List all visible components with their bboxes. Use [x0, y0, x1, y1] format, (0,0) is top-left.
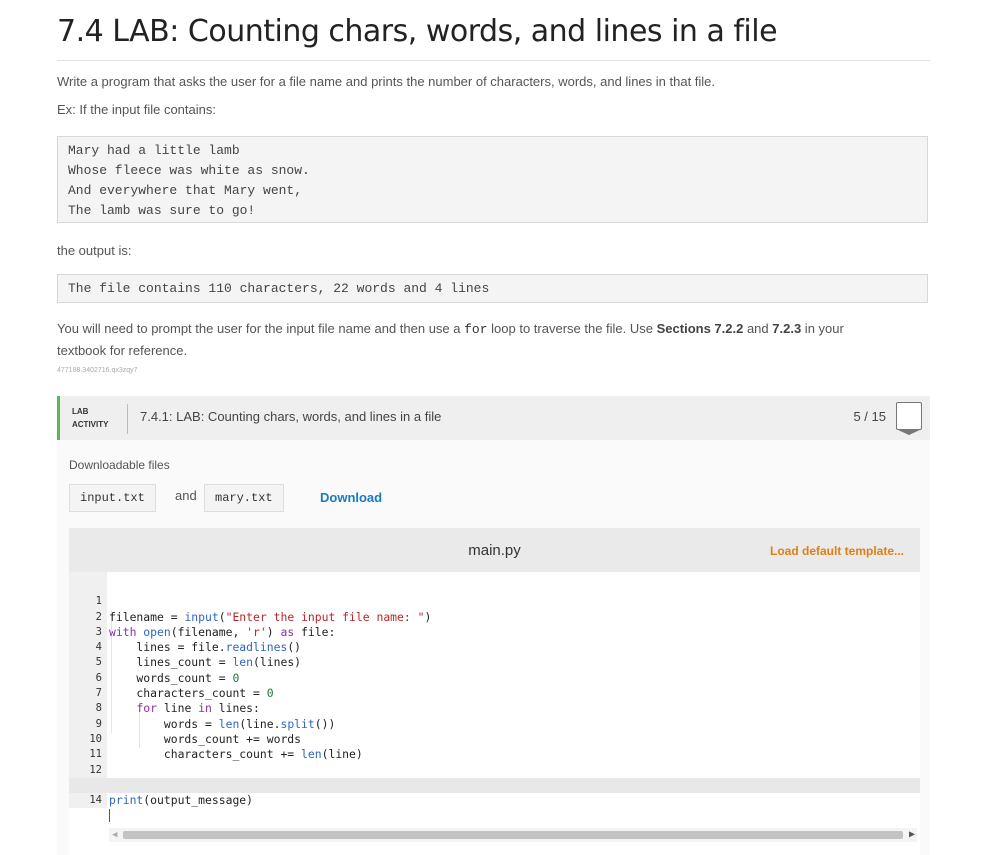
code-editor-panel: main.py Load default template... 1 filen… [69, 528, 920, 855]
line-number: 14 [89, 794, 102, 807]
activity-header: LAB ACTIVITY 7.4.1: LAB: Counting chars,… [57, 396, 930, 440]
instructions-part: in your [801, 321, 844, 336]
example-output-line: The file contains 110 characters, 22 wor… [68, 281, 490, 296]
section-ref-1: Sections 7.2.2 [656, 321, 744, 336]
output-label: the output is: [57, 243, 132, 258]
code-line: 6 characters_count = 0 [69, 656, 920, 700]
activity-tag-line: LAB [72, 407, 89, 416]
load-default-template-link[interactable]: Load default template... [770, 544, 904, 558]
code-line: 11 [69, 732, 920, 760]
header-divider [127, 404, 128, 434]
instructions-part: You will need to prompt the user for the… [57, 321, 465, 336]
code-line: 4 lines_count = len(lines) [69, 625, 920, 669]
active-code-line: 14 [69, 777, 920, 823]
text-cursor [109, 809, 110, 823]
completion-badge-icon [896, 402, 922, 435]
example-input-line: The lamb was sure to go! [68, 203, 256, 218]
example-output-block: The file contains 110 characters, 22 wor… [57, 274, 928, 303]
activity-score: 5 / 15 [853, 409, 886, 424]
activity-tag: LAB ACTIVITY [72, 405, 108, 431]
code-line: 3 lines = file.readlines() [69, 610, 920, 654]
code-editor[interactable]: 1 filename = input("Enter the input file… [69, 572, 920, 855]
instructions-part: loop to traverse the file. Use [487, 321, 657, 336]
example-input-line: Mary had a little lamb [68, 143, 240, 158]
scroll-left-icon[interactable]: ◀ [112, 830, 117, 840]
horizontal-scrollbar[interactable]: ◀ ▶ [109, 828, 917, 842]
code-line: 1 filename = input("Enter the input file… [69, 579, 920, 623]
code-line: 12 output_message = "The file contains {… [69, 747, 920, 792]
downloadable-files-label: Downloadable files [69, 458, 170, 472]
file-mary-txt[interactable]: mary.txt [204, 484, 284, 512]
code-line: 7 for line in lines: [69, 671, 920, 715]
example-input-line: Whose fleece was white as snow. [68, 163, 310, 178]
code-line: 2 with open(filename, 'r') as file: [69, 594, 920, 639]
file-input-txt[interactable]: input.txt [69, 484, 156, 512]
code-line: 9 words_count += words [69, 701, 920, 746]
example-input-block: Mary had a little lamb Whose fleece was … [57, 136, 928, 223]
activity-title: 7.4.1: LAB: Counting chars, words, and l… [140, 409, 442, 424]
activity-body: Downloadable files input.txt and mary.tx… [57, 440, 930, 855]
inline-code-for: for [464, 322, 488, 337]
instructions-part: and [743, 321, 773, 336]
title-divider [57, 60, 930, 61]
intro-text: Write a program that asks the user for a… [57, 74, 716, 89]
code-line: 13 print(output_message) [69, 763, 920, 807]
activity-tag-line: ACTIVITY [72, 420, 109, 429]
tracking-id: 477188.3402716.qx3zqy7 [57, 367, 138, 374]
page-title: 7.4 LAB: Counting chars, words, and line… [57, 14, 778, 49]
scroll-right-icon[interactable]: ▶ [909, 829, 915, 840]
scrollbar-thumb[interactable] [123, 831, 903, 839]
code-line: 8 words = len(line.split()) [69, 686, 920, 730]
code-line: 5 words_count = 0 [69, 640, 920, 684]
example-label: Ex: If the input file contains: [57, 102, 216, 117]
instructions-text: You will need to prompt the user for the… [57, 318, 930, 361]
instructions-part: textbook for reference. [57, 343, 188, 358]
lab-activity: LAB ACTIVITY 7.4.1: LAB: Counting chars,… [57, 396, 930, 855]
section-ref-2: 7.2.3 [772, 321, 802, 336]
files-and-label: and [175, 488, 197, 503]
code-line: 10 characters_count += len(line) [69, 717, 920, 761]
download-link[interactable]: Download [320, 490, 382, 505]
example-input-line: And everywhere that Mary went, [68, 183, 303, 198]
